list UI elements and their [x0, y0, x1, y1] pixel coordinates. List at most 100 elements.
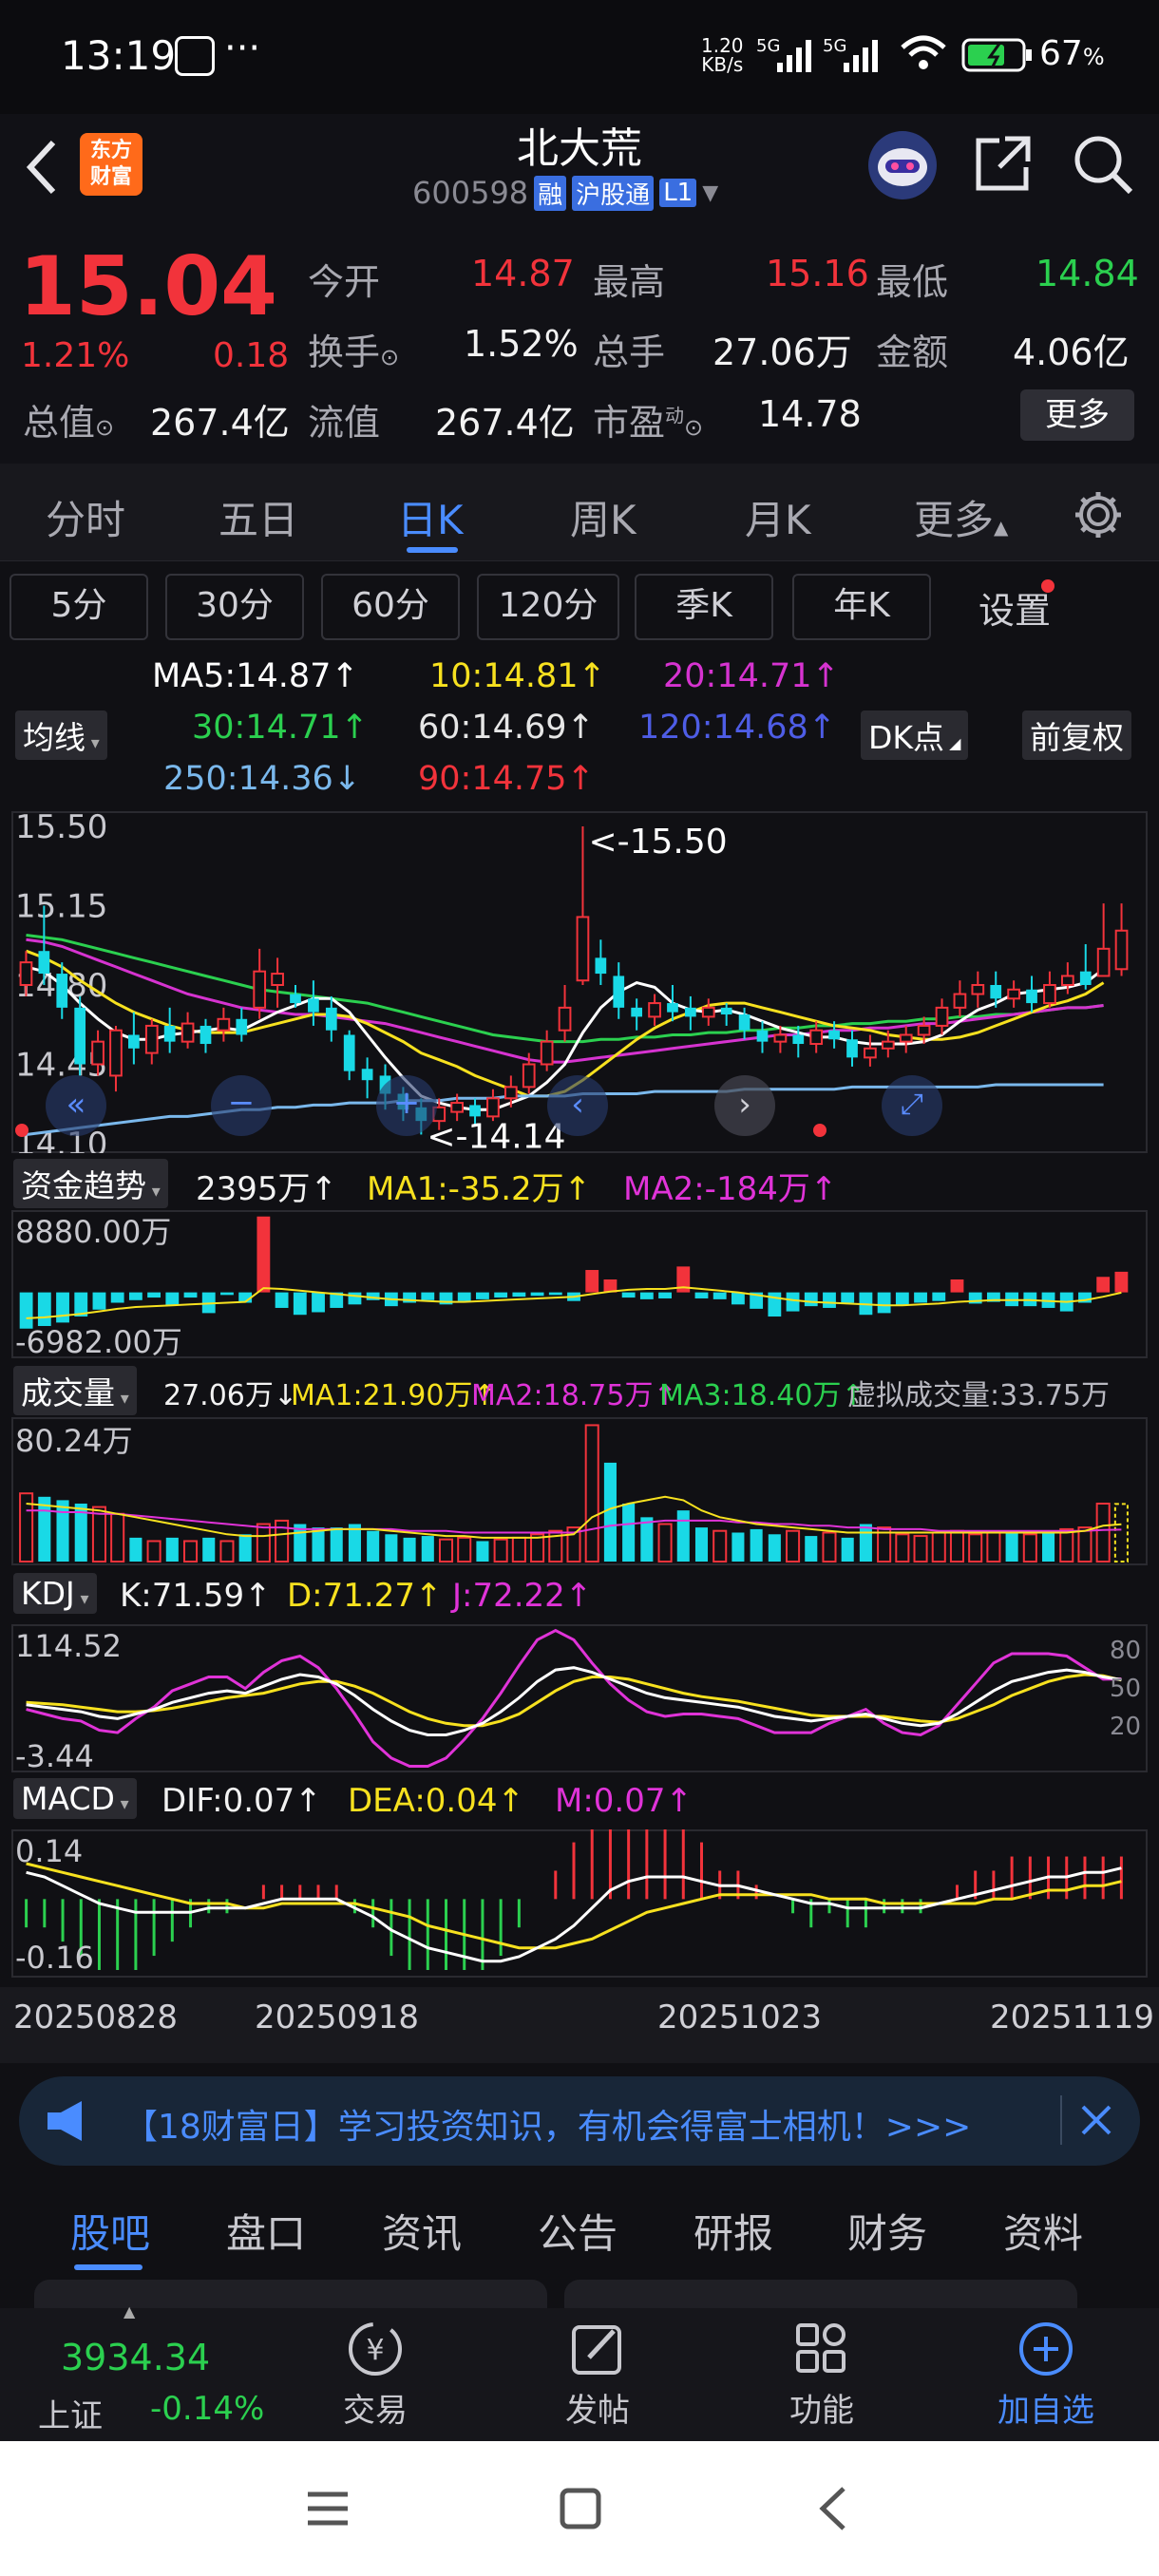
tab-profile[interactable]: 资料 — [1003, 2202, 1083, 2260]
search-icon[interactable] — [1072, 133, 1134, 196]
ma10-value: 10:14.81↑ — [429, 657, 606, 695]
volume-bar-down — [603, 1462, 617, 1562]
fund-trend-header: 资金趋势 ▾ 2395万↑ MA1:-35.2万↑ MA2:-184万↑ — [0, 1159, 1159, 1208]
back-nav-icon[interactable] — [815, 2485, 853, 2532]
volume-label: 总手 — [593, 331, 666, 373]
tab-orderbook[interactable]: 盘口 — [226, 2202, 306, 2260]
amount-label: 金额 — [876, 331, 949, 373]
fund-indicator-selector[interactable]: 资金趋势 ▾ — [13, 1159, 168, 1208]
volume-indicator-selector[interactable]: 成交量 ▾ — [13, 1366, 137, 1415]
index-value: 3934.34 — [61, 2337, 211, 2378]
gear-icon[interactable] — [1072, 488, 1125, 541]
tag-hk-connect: 沪股通 — [572, 175, 655, 211]
candle-body-up — [1114, 929, 1129, 971]
volume-bar-up — [822, 1531, 837, 1563]
kdj-indicator-selector[interactable]: KDJ ▾ — [13, 1573, 97, 1614]
candle-body-up — [809, 1029, 824, 1046]
nav-trade[interactable]: ¥ 交易 — [323, 2318, 428, 2435]
macd-m: M:0.07↑ — [555, 1782, 693, 1820]
candle-body-up — [540, 1040, 554, 1066]
bottom-nav: ▲ 3934.34 上证 -0.14% ¥ 交易 发帖 功能 加自选 — [0, 2302, 1159, 2441]
kdj-chart[interactable]: 114.52 -3.44 80 50 20 — [11, 1624, 1148, 1772]
share-icon[interactable] — [973, 133, 1034, 194]
kdj-d: D:71.27↑ — [287, 1577, 443, 1615]
kdj-level-80: 80 — [1110, 1637, 1141, 1665]
chart-settings-button[interactable]: 设置 — [978, 581, 1051, 634]
fund-bar — [165, 1292, 180, 1306]
fullscreen-button[interactable]: ⤢ — [882, 1075, 942, 1136]
more-quote-button[interactable]: 更多 — [1020, 389, 1134, 441]
tab-research[interactable]: 研报 — [694, 2202, 773, 2260]
zoom-out-button[interactable]: − — [211, 1075, 272, 1136]
fund-bar — [823, 1292, 836, 1308]
nav-post[interactable]: 发帖 — [545, 2318, 650, 2435]
tab-intraday[interactable]: 分时 — [46, 488, 125, 546]
date-tick-3: 20251023 — [657, 1998, 823, 2036]
dk-point-button[interactable]: DK点 ◢ — [861, 710, 969, 760]
period-year-k[interactable]: 年K — [792, 574, 931, 640]
pe-label[interactable]: 市盈动⊙ — [593, 393, 703, 445]
fund-bar — [658, 1292, 672, 1298]
period-30min[interactable]: 30分 — [165, 574, 304, 640]
ma-selector[interactable]: 均线 ▾ — [15, 710, 107, 760]
scroll-right-button[interactable]: › — [714, 1075, 775, 1136]
home-icon[interactable] — [559, 2487, 602, 2530]
tab-more[interactable]: 更多▲ — [914, 488, 1008, 546]
volume-bar-up — [657, 1523, 673, 1563]
candle-body-up — [917, 1024, 931, 1036]
mktcap-label[interactable]: 总值⊙ — [23, 393, 114, 445]
zoom-in-button[interactable]: + — [376, 1075, 437, 1136]
volume-bar-up — [256, 1523, 271, 1563]
close-icon[interactable] — [1077, 2101, 1115, 2139]
macd-chart[interactable]: 0.14 -0.16 — [11, 1829, 1148, 1978]
candle-body-up — [899, 1033, 913, 1043]
open-label: 今开 — [308, 261, 381, 303]
nav-add-watchlist[interactable]: 加自选 — [984, 2318, 1108, 2435]
candle-body-down — [56, 974, 68, 1008]
scroll-left-fast-button[interactable]: « — [46, 1075, 106, 1136]
tab-weekly-k[interactable]: 周K — [570, 488, 636, 546]
turnover-label[interactable]: 换手⊙ — [308, 323, 399, 375]
tab-announcements[interactable]: 公告 — [538, 2202, 618, 2260]
robot-assistant-icon[interactable] — [864, 127, 940, 203]
tab-daily-k[interactable]: 日K — [397, 488, 464, 546]
pe-label-text: 市盈 — [593, 402, 666, 444]
signal-icon-2 — [844, 40, 878, 72]
volume-bar-down — [367, 1530, 380, 1562]
tab-forum[interactable]: 股吧 — [70, 2202, 150, 2260]
tab-finance[interactable]: 财务 — [847, 2202, 927, 2260]
settings-badge-dot — [1041, 579, 1054, 593]
candle-body-up — [558, 1006, 572, 1032]
ma250-value: 250:14.36↓ — [163, 760, 362, 798]
dropdown-icon: ▾ — [146, 1182, 161, 1202]
net-speed-unit: KB/s — [701, 53, 744, 76]
macd-indicator-selector[interactable]: MACD ▾ — [13, 1778, 137, 1819]
fund-bar — [694, 1292, 709, 1298]
menu-icon[interactable] — [306, 2487, 350, 2530]
volume-bar-up — [182, 1540, 199, 1563]
period-season-k[interactable]: 季K — [635, 574, 773, 640]
promo-banner[interactable]: 【18财富日】学习投资知识，有机会得富士相机！>>> — [19, 2076, 1140, 2166]
tab-news[interactable]: 资讯 — [382, 2202, 462, 2260]
period-5min[interactable]: 5分 — [10, 574, 148, 640]
stock-code-row[interactable]: 600598 融 沪股通 L1 ▼ — [412, 175, 718, 211]
fund-selector-label: 资金趋势 — [21, 1167, 146, 1204]
nav-functions[interactable]: 功能 — [770, 2318, 874, 2435]
candle-body-up — [648, 1002, 661, 1018]
period-60min[interactable]: 60分 — [321, 574, 460, 640]
scroll-left-button[interactable]: ‹ — [547, 1075, 608, 1136]
tab-five-day[interactable]: 五日 — [218, 488, 298, 546]
kdj-level-20: 20 — [1110, 1713, 1141, 1741]
period-120min[interactable]: 120分 — [477, 574, 619, 640]
tab-monthly-k[interactable]: 月K — [745, 488, 811, 546]
tag-l1: L1 — [659, 179, 697, 207]
fund-trend-chart[interactable]: 8880.00万 -6982.00万 — [11, 1210, 1148, 1358]
candle-body-up — [450, 1102, 464, 1113]
nav-trade-label: 交易 — [343, 2392, 408, 2430]
index-ticker[interactable]: ▲ 3934.34 上证 -0.14% — [19, 2302, 266, 2441]
volume-bar-down — [768, 1534, 781, 1562]
macd-selector-label: MACD — [21, 1780, 115, 1817]
volume-chart[interactable]: 80.24万 — [11, 1417, 1148, 1565]
candle-body-down — [667, 1003, 678, 1013]
adjust-button[interactable]: 前复权 — [1022, 710, 1131, 760]
